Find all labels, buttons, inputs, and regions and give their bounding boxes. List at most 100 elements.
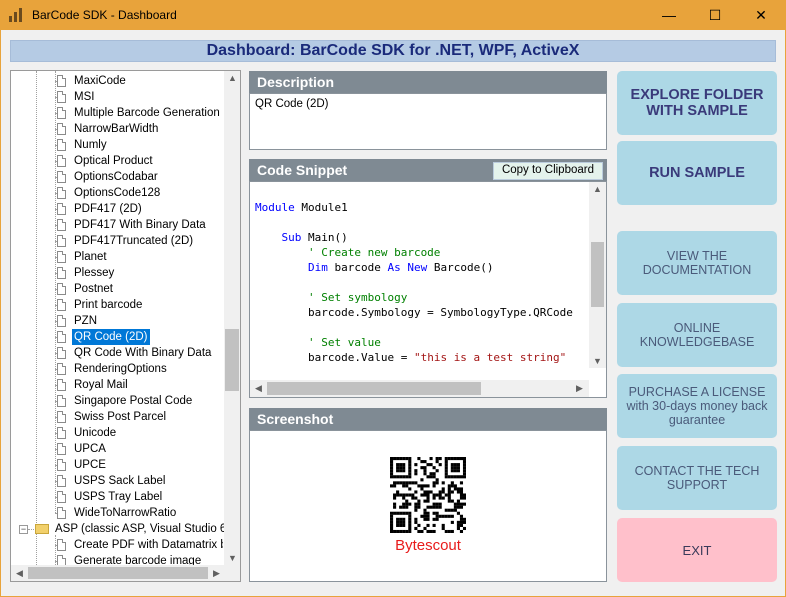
view-documentation-button[interactable]: VIEW THE DOCUMENTATION: [617, 231, 777, 295]
close-button[interactable]: ✕: [738, 0, 784, 30]
code-token: Module1: [294, 201, 348, 214]
tree-item[interactable]: NarrowBarWidth: [11, 121, 223, 137]
tree-item[interactable]: UPCE: [11, 457, 223, 473]
tree-item[interactable]: Optical Product: [11, 153, 223, 169]
document-icon: [57, 123, 66, 135]
minimize-button[interactable]: —: [646, 0, 692, 30]
copy-to-clipboard-button[interactable]: Copy to Clipboard: [492, 162, 603, 180]
title-bar: BarCode SDK - Dashboard — ☐ ✕: [0, 0, 786, 30]
online-knowledgebase-button[interactable]: ONLINE KNOWLEDGEBASE: [617, 303, 777, 367]
tree-item-label: PZN: [74, 315, 97, 327]
scroll-up-icon[interactable]: ▲: [228, 73, 237, 83]
tree-item[interactable]: Unicode: [11, 425, 223, 441]
scroll-down-icon[interactable]: ▼: [228, 553, 237, 563]
tree-item[interactable]: Singapore Postal Code: [11, 393, 223, 409]
tree-item[interactable]: QR Code With Binary Data: [11, 345, 223, 361]
tree-item[interactable]: Swiss Post Parcel: [11, 409, 223, 425]
tree-item-label: UPCE: [74, 459, 106, 471]
barcode-app-icon: [9, 8, 25, 22]
tree-item[interactable]: Plessey: [11, 265, 223, 281]
tree-item[interactable]: PDF417 (2D): [11, 201, 223, 217]
description-header: Description: [249, 71, 607, 93]
tree-item-label: Multiple Barcode Generation: [74, 107, 220, 119]
tree-item[interactable]: PDF417Truncated (2D): [11, 233, 223, 249]
code-token: Barcode(): [427, 261, 494, 274]
tree-item[interactable]: Postnet: [11, 281, 223, 297]
code-token: barcode.Symbology = SymbologyType.QRCode: [255, 306, 573, 319]
run-sample-button[interactable]: RUN SAMPLE: [617, 141, 777, 205]
tree-item-label: OptionsCodabar: [74, 171, 158, 183]
code-horizontal-scrollbar[interactable]: ◀ ▶: [250, 380, 589, 397]
tree-item[interactable]: MaxiCode: [11, 73, 223, 89]
tree-item[interactable]: MSI: [11, 89, 223, 105]
folder-icon: [35, 524, 49, 534]
collapse-icon[interactable]: −: [19, 525, 28, 534]
tree-folder[interactable]: − ASP (classic ASP, Visual Studio 6): [11, 521, 230, 537]
code-token: Dim: [307, 261, 328, 274]
code-token: ' Set value: [255, 336, 381, 349]
code-vscroll-thumb[interactable]: [591, 242, 604, 307]
code-scroll-left-icon[interactable]: ◀: [255, 383, 262, 394]
document-icon: [57, 299, 66, 311]
tree-item[interactable]: PZN: [11, 313, 223, 329]
code-hscroll-thumb[interactable]: [267, 382, 481, 395]
tree-item-label: Create PDF with Datamatrix barcode: [74, 539, 223, 551]
tree-item-label: USPS Sack Label: [74, 475, 166, 487]
samples-tree[interactable]: MaxiCode MSI Multiple Barcode Generation Na…: [10, 70, 241, 582]
document-icon: [57, 539, 66, 551]
document-icon: [57, 443, 66, 455]
document-icon: [57, 187, 66, 199]
tree-vscroll-thumb[interactable]: [225, 329, 239, 391]
document-icon: [57, 267, 66, 279]
tree-horizontal-scrollbar[interactable]: ◀ ▶: [11, 565, 240, 581]
tree-item[interactable]: Planet: [11, 249, 223, 265]
description-box: QR Code (2D): [249, 93, 607, 150]
document-icon: [57, 395, 66, 407]
tree-item-label: PDF417 With Binary Data: [74, 219, 206, 231]
qr-code-icon: [390, 457, 466, 533]
code-scroll-down-icon[interactable]: ▼: [593, 356, 602, 366]
contact-support-button[interactable]: CONTACT THE TECH SUPPORT: [617, 446, 777, 510]
purchase-license-button[interactable]: PURCHASE A LICENSE with 30-days money ba…: [617, 374, 777, 438]
code-token: ' Create new barcode: [255, 246, 441, 259]
tree-item-label: RenderingOptions: [74, 363, 167, 375]
tree-item[interactable]: USPS Sack Label: [11, 473, 223, 489]
document-icon: [57, 283, 66, 295]
tree-item[interactable]: USPS Tray Label: [11, 489, 223, 505]
tree-hscroll-thumb[interactable]: [28, 567, 208, 579]
tree-item[interactable]: Royal Mail: [11, 377, 223, 393]
tree-item-label: Royal Mail: [74, 379, 128, 391]
maximize-button[interactable]: ☐: [692, 0, 738, 30]
code-scroll-up-icon[interactable]: ▲: [593, 184, 602, 194]
document-icon: [57, 75, 66, 87]
explore-folder-button[interactable]: EXPLORE FOLDER WITH SAMPLE: [617, 71, 777, 135]
tree-item[interactable]: UPCA: [11, 441, 223, 457]
code-snippet-box[interactable]: Module Module1​ Sub Main() ' Create new …: [249, 181, 607, 398]
tree-item[interactable]: PDF417 With Binary Data: [11, 217, 223, 233]
tree-item-label: Postnet: [74, 283, 113, 295]
document-icon: [57, 155, 66, 167]
tree-item[interactable]: WideToNarrowRatio: [11, 505, 223, 521]
dashboard-banner: Dashboard: BarCode SDK for .NET, WPF, Ac…: [10, 40, 776, 62]
tree-item-label: Numly: [74, 139, 107, 151]
tree-item[interactable]: OptionsCodabar: [11, 169, 223, 185]
code-token: barcode.Value =: [255, 351, 414, 364]
tree-item[interactable]: OptionsCode128: [11, 185, 223, 201]
tree-item[interactable]: QR Code (2D): [11, 329, 223, 345]
code-scroll-right-icon[interactable]: ▶: [576, 383, 583, 394]
description-text: QR Code (2D): [255, 98, 329, 110]
code-token: barcode: [327, 261, 388, 274]
tree-item[interactable]: Create PDF with Datamatrix barcode: [11, 537, 223, 553]
tree-item-label: UPCA: [74, 443, 106, 455]
scroll-right-icon[interactable]: ▶: [213, 568, 220, 579]
scroll-left-icon[interactable]: ◀: [16, 568, 23, 579]
exit-button[interactable]: EXIT: [617, 518, 777, 582]
tree-item[interactable]: Multiple Barcode Generation: [11, 105, 223, 121]
tree-item[interactable]: Numly: [11, 137, 223, 153]
tree-vertical-scrollbar[interactable]: ▲ ▼: [224, 71, 240, 565]
code-vertical-scrollbar[interactable]: ▲ ▼: [589, 182, 606, 368]
tree-item-label: NarrowBarWidth: [74, 123, 159, 135]
code-token: ' Set symbology: [255, 291, 408, 304]
tree-item[interactable]: Print barcode: [11, 297, 223, 313]
tree-item[interactable]: RenderingOptions: [11, 361, 223, 377]
